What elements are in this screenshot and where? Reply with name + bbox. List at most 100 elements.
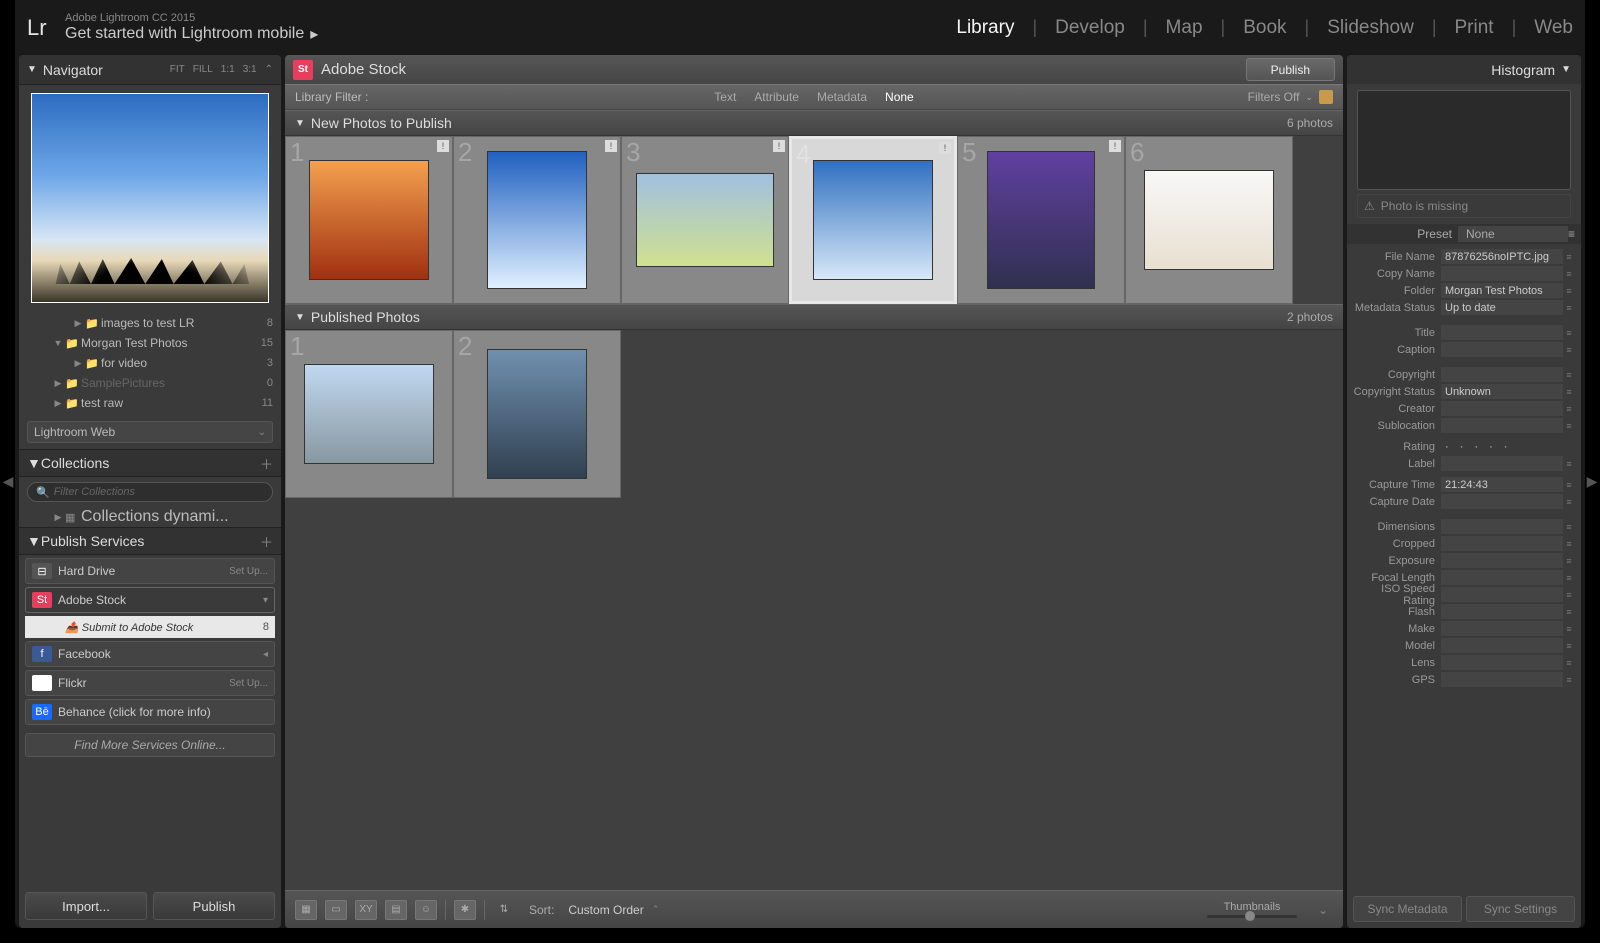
zoom-1:1[interactable]: 1:1: [221, 64, 235, 75]
photo-cell[interactable]: 6: [1125, 136, 1293, 304]
publish-button[interactable]: Publish: [153, 892, 275, 920]
sort-direction-icon[interactable]: ⇅: [493, 900, 515, 920]
sync-settings-button[interactable]: Sync Settings: [1466, 896, 1575, 922]
meta-make[interactable]: Make≡: [1347, 620, 1581, 637]
lock-icon[interactable]: [1319, 90, 1333, 104]
thumbnail-size-slider[interactable]: Thumbnails: [1207, 901, 1297, 918]
meta-caption[interactable]: Caption≡: [1347, 341, 1581, 358]
expand-left-handle[interactable]: ◀: [2, 472, 14, 492]
flag-icon[interactable]: !: [939, 142, 951, 154]
navigator-preview[interactable]: [31, 93, 269, 303]
module-slideshow[interactable]: Slideshow: [1327, 17, 1414, 39]
folder-item[interactable]: ▶📁SamplePictures0: [19, 373, 281, 393]
meta-flash[interactable]: Flash≡: [1347, 603, 1581, 620]
navigator-zooms[interactable]: FITFILL1:13:1⌃: [170, 64, 273, 75]
flag-icon[interactable]: !: [773, 140, 785, 152]
metadata-preset-row[interactable]: Preset None ≡: [1347, 224, 1581, 244]
module-library[interactable]: Library: [956, 17, 1014, 39]
meta-dimensions[interactable]: Dimensions≡: [1347, 518, 1581, 535]
meta-title[interactable]: Title≡: [1347, 324, 1581, 341]
photo-cell[interactable]: 1: [285, 330, 453, 498]
folder-item[interactable]: ▶📁for video3: [19, 353, 281, 373]
publish-service-adobe-stock[interactable]: StAdobe Stock▾: [25, 587, 275, 613]
zoom-FIT[interactable]: FIT: [170, 64, 185, 75]
photo-cell[interactable]: 3!: [621, 136, 789, 304]
lightroom-web-button[interactable]: Lightroom Web ⌄: [27, 421, 273, 443]
painter-icon[interactable]: ✱: [454, 900, 476, 920]
add-collection-icon[interactable]: ＋: [260, 454, 273, 473]
meta-capture-date[interactable]: Capture Date≡: [1347, 493, 1581, 510]
filter-text[interactable]: Text: [714, 90, 736, 104]
photo-cell[interactable]: 5!: [957, 136, 1125, 304]
library-filter-label: Library Filter :: [295, 90, 368, 104]
sync-metadata-button[interactable]: Sync Metadata: [1353, 896, 1462, 922]
filter-attribute[interactable]: Attribute: [754, 90, 799, 104]
label-row[interactable]: Label ≡: [1347, 455, 1581, 472]
filter-collections-input[interactable]: 🔍 Filter Collections: [27, 482, 273, 502]
titlebar: Lr Adobe Lightroom CC 2015 Get started w…: [15, 0, 1585, 55]
expand-right-handle[interactable]: ▶: [1586, 472, 1598, 492]
module-web[interactable]: Web: [1534, 17, 1573, 39]
module-book[interactable]: Book: [1243, 17, 1286, 39]
section-new-photos[interactable]: ▼ New Photos to Publish 6 photos: [285, 110, 1343, 136]
rating-row[interactable]: Rating · · · · ·: [1347, 438, 1581, 455]
section-published-photos[interactable]: ▼ Published Photos 2 photos: [285, 304, 1343, 330]
add-service-icon[interactable]: ＋: [260, 532, 273, 551]
publish-service-hard-drive[interactable]: ⊟Hard DriveSet Up...: [25, 558, 275, 584]
meta-sublocation[interactable]: Sublocation≡: [1347, 417, 1581, 434]
meta-cropped[interactable]: Cropped≡: [1347, 535, 1581, 552]
people-view-icon[interactable]: ☺: [415, 900, 437, 920]
folder-item[interactable]: ▶📁images to test LR8: [19, 313, 281, 333]
find-more-services-button[interactable]: Find More Services Online...: [25, 733, 275, 757]
filter-none[interactable]: None: [885, 90, 914, 104]
meta-copyright[interactable]: Copyright≡: [1347, 366, 1581, 383]
header-publish-button[interactable]: Publish: [1246, 58, 1335, 81]
zoom-FILL[interactable]: FILL: [193, 64, 213, 75]
publish-service-facebook[interactable]: fFacebook◂: [25, 641, 275, 667]
meta-iso-speed-rating[interactable]: ISO Speed Rating≡: [1347, 586, 1581, 603]
module-develop[interactable]: Develop: [1055, 17, 1125, 39]
meta-folder[interactable]: FolderMorgan Test Photos≡: [1347, 282, 1581, 299]
meta-capture-time[interactable]: Capture Time21:24:43≡: [1347, 476, 1581, 493]
import-button[interactable]: Import...: [25, 892, 147, 920]
publish-collection[interactable]: 📤 Submit to Adobe Stock8: [25, 616, 275, 638]
folder-item[interactable]: ▼📁Morgan Test Photos15: [19, 333, 281, 353]
compare-view-icon[interactable]: XY: [355, 900, 377, 920]
collections-header[interactable]: ▼ Collections ＋: [19, 449, 281, 477]
flag-icon[interactable]: !: [437, 140, 449, 152]
meta-model[interactable]: Model≡: [1347, 637, 1581, 654]
navigator-header[interactable]: ▼ Navigator FITFILL1:13:1⌃: [19, 55, 281, 85]
loupe-view-icon[interactable]: ▭: [325, 900, 347, 920]
filters-off-toggle[interactable]: Filters Off: [1248, 90, 1300, 104]
get-started-link[interactable]: Get started with Lightroom mobile ▸: [65, 24, 318, 44]
meta-copy-name[interactable]: Copy Name≡: [1347, 265, 1581, 282]
toolbar-expand-icon[interactable]: ⌄: [1313, 900, 1333, 920]
publish-service-behance-click-for-more-info-[interactable]: BēBehance (click for more info): [25, 699, 275, 725]
grid-view-icon[interactable]: ▦: [295, 900, 317, 920]
meta-creator[interactable]: Creator≡: [1347, 400, 1581, 417]
grid-toolbar: ▦ ▭ XY ▤ ☺ ✱ ⇅ Sort: Custom Order ⌃ Thum…: [285, 890, 1343, 928]
meta-gps[interactable]: GPS≡: [1347, 671, 1581, 688]
folder-item[interactable]: ▶📁test raw11: [19, 393, 281, 413]
flag-icon[interactable]: !: [1109, 140, 1121, 152]
meta-copyright-status[interactable]: Copyright StatusUnknown≡: [1347, 383, 1581, 400]
zoom-3:1[interactable]: 3:1: [243, 64, 257, 75]
collection-item[interactable]: ▶▦ Collections dynami...: [19, 507, 281, 527]
publish-services-header[interactable]: ▼ Publish Services ＋: [19, 527, 281, 555]
meta-exposure[interactable]: Exposure≡: [1347, 552, 1581, 569]
photo-cell[interactable]: 1!: [285, 136, 453, 304]
meta-lens[interactable]: Lens≡: [1347, 654, 1581, 671]
flag-icon[interactable]: !: [605, 140, 617, 152]
photo-cell[interactable]: 4!: [789, 136, 957, 304]
photo-cell[interactable]: 2: [453, 330, 621, 498]
module-map[interactable]: Map: [1166, 17, 1203, 39]
publish-service-flickr[interactable]: ••FlickrSet Up...: [25, 670, 275, 696]
meta-metadata-status[interactable]: Metadata StatusUp to date≡: [1347, 299, 1581, 316]
filter-metadata[interactable]: Metadata: [817, 90, 867, 104]
sort-value[interactable]: Custom Order: [568, 903, 643, 917]
survey-view-icon[interactable]: ▤: [385, 900, 407, 920]
photo-cell[interactable]: 2!: [453, 136, 621, 304]
histogram-header[interactable]: Histogram ▼: [1347, 55, 1581, 84]
module-print[interactable]: Print: [1455, 17, 1494, 39]
meta-file-name[interactable]: File Name87876256noIPTC.jpg≡: [1347, 248, 1581, 265]
